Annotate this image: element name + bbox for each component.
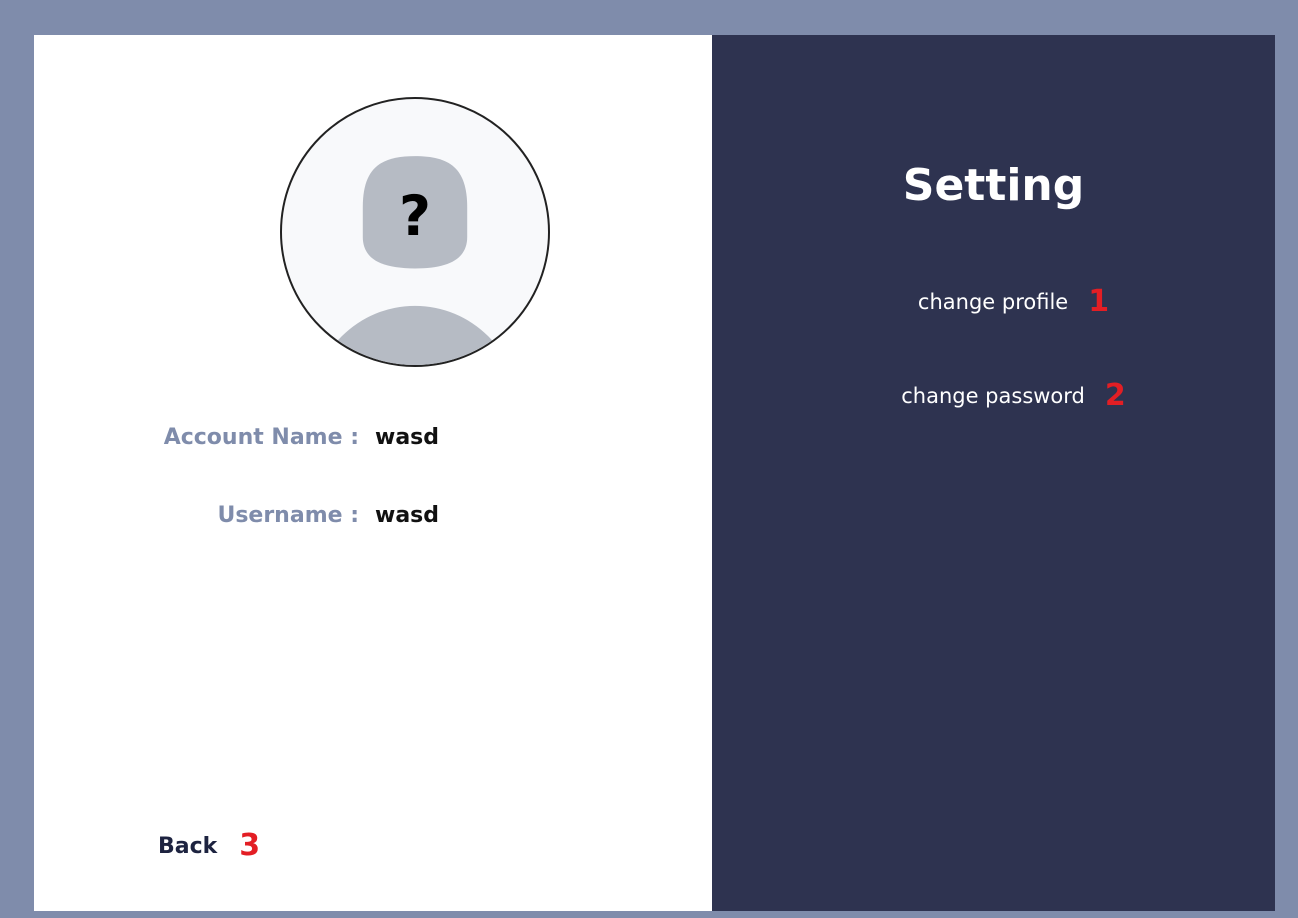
- menu-row-change-profile: change profile 1: [712, 287, 1275, 317]
- profile-panel: ? Account Name : wasd Username : wasd Ba…: [34, 35, 712, 911]
- username-row: Username : wasd: [34, 503, 712, 533]
- annotation-marker-1: 1: [1088, 284, 1110, 319]
- settings-title: Setting: [902, 160, 1085, 211]
- account-name-value: wasd: [375, 425, 440, 450]
- menu-row-change-password: change password 2: [712, 381, 1275, 411]
- annotation-marker-3: 3: [239, 828, 261, 863]
- back-row: Back 3: [158, 831, 260, 861]
- change-password-link[interactable]: change password: [901, 384, 1085, 408]
- account-name-label: Account Name :: [163, 425, 359, 450]
- username-value: wasd: [375, 503, 440, 528]
- annotation-marker-2: 2: [1104, 378, 1126, 413]
- settings-panel: Setting change profile 1 change password…: [712, 35, 1275, 911]
- unknown-user-icon: ?: [280, 97, 550, 367]
- username-label: Username :: [217, 503, 359, 528]
- avatar-graphic: ?: [321, 156, 509, 365]
- avatar-question-mark: ?: [399, 185, 431, 249]
- change-profile-link[interactable]: change profile: [918, 290, 1068, 314]
- back-button[interactable]: Back: [158, 834, 217, 859]
- settings-window: ? Account Name : wasd Username : wasd Ba…: [34, 35, 1275, 911]
- account-name-row: Account Name : wasd: [34, 425, 712, 455]
